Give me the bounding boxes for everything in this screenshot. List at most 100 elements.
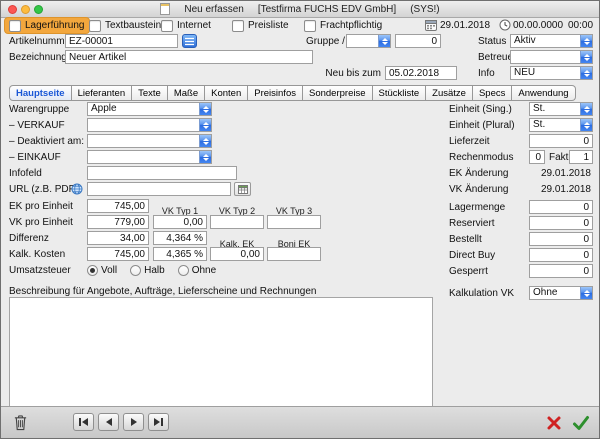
description-textarea[interactable] — [9, 297, 433, 407]
faktor-input[interactable] — [569, 150, 593, 164]
differenz-percent-input[interactable] — [153, 231, 207, 245]
tab-preisinfos[interactable]: Preisinfos — [248, 85, 303, 101]
checkbox-internet[interactable]: Internet — [161, 18, 211, 33]
stepper-icon[interactable] — [580, 51, 592, 63]
clock-icon — [499, 19, 511, 31]
einheit-sing-combo[interactable]: St. — [529, 102, 593, 116]
gruppe-combo[interactable] — [346, 34, 391, 48]
first-record-button[interactable] — [73, 413, 94, 431]
stepper-icon[interactable] — [199, 119, 211, 131]
tab-texte[interactable]: Texte — [132, 85, 168, 101]
cancel-button[interactable] — [544, 413, 564, 433]
vk-typ1-input[interactable] — [153, 215, 207, 229]
delete-record-button[interactable] — [9, 412, 31, 433]
window-title-app: Neu erfassen — [184, 4, 243, 15]
tab-hauptseite[interactable]: Hauptseite — [9, 85, 72, 101]
tab-anwendung[interactable]: Anwendung — [512, 85, 575, 101]
radio-ohne-circle[interactable] — [178, 265, 189, 276]
previous-record-icon — [106, 418, 112, 426]
neu-bis-label: Neu bis zum — [324, 68, 381, 80]
tab-zusaetze[interactable]: Zusätze — [426, 85, 473, 101]
internet-checkbox-box[interactable] — [161, 20, 173, 32]
tab-sonderpreise[interactable]: Sonderpreise — [303, 85, 373, 101]
kalk-ek-input[interactable] — [210, 247, 264, 261]
article-lookup-button[interactable] — [182, 34, 197, 48]
boni-ek-input[interactable] — [267, 247, 321, 261]
stepper-icon[interactable] — [580, 287, 592, 299]
stepper-icon[interactable] — [199, 135, 211, 147]
tab-lieferanten[interactable]: Lieferanten — [72, 85, 133, 101]
stepper-icon[interactable] — [199, 103, 211, 115]
lieferzeit-input[interactable] — [529, 134, 593, 148]
checkbox-preisliste[interactable]: Preisliste — [232, 18, 289, 33]
stepper-icon[interactable] — [580, 67, 592, 79]
vk-typ3-input[interactable] — [267, 215, 321, 229]
verkauf-combo[interactable] — [87, 118, 212, 132]
tab-masse[interactable]: Maße — [168, 85, 205, 101]
vk-typ2-input[interactable] — [210, 215, 264, 229]
bezeichnung-input[interactable] — [65, 50, 313, 64]
confirm-button[interactable] — [570, 412, 592, 433]
stepper-icon[interactable] — [378, 35, 390, 47]
tab-konten[interactable]: Konten — [205, 85, 248, 101]
next-record-button[interactable] — [123, 413, 144, 431]
kalk-kosten-input[interactable] — [87, 247, 149, 261]
last-record-button[interactable] — [148, 413, 169, 431]
minimize-window-button[interactable] — [21, 5, 30, 14]
checkbox-lagerfuehrung[interactable]: Lagerführung — [5, 18, 89, 33]
radio-halb[interactable]: Halb — [130, 265, 165, 276]
globe-icon[interactable] — [71, 183, 83, 195]
warengruppe-label: Warengruppe — [9, 104, 69, 116]
neu-bis-input[interactable] — [385, 66, 457, 80]
stepper-icon[interactable] — [580, 119, 592, 131]
preisliste-checkbox-box[interactable] — [232, 20, 244, 32]
radio-halb-circle[interactable] — [130, 265, 141, 276]
deaktiviert-combo[interactable] — [87, 134, 212, 148]
title-bar[interactable]: Neu erfassen [Testfirma FUCHS EDV GmbH] … — [1, 1, 599, 18]
bestellt-input[interactable] — [529, 232, 593, 246]
url-input[interactable] — [87, 182, 231, 196]
gesperrt-input[interactable] — [529, 264, 593, 278]
ek-pro-einheit-input[interactable] — [87, 199, 149, 213]
betreuer-combo[interactable] — [510, 50, 593, 64]
status-combo[interactable]: Aktiv — [510, 34, 593, 48]
infofeld-input[interactable] — [87, 166, 237, 180]
radio-ohne[interactable]: Ohne — [178, 265, 216, 276]
warengruppe-combo[interactable]: Apple — [87, 102, 212, 116]
artikelnummer-input[interactable] — [65, 34, 178, 48]
lagermenge-input[interactable] — [529, 200, 593, 214]
close-window-button[interactable] — [8, 5, 17, 14]
einheit-sing-value: St. — [530, 103, 580, 115]
einheit-plural-combo[interactable]: St. — [529, 118, 593, 132]
checkbox-textbaustein[interactable]: Textbaustein — [89, 18, 161, 33]
checkbox-frachtpflichtig[interactable]: Frachtpflichtig — [304, 18, 382, 33]
vk-pro-einheit-input[interactable] — [87, 215, 149, 229]
direct-buy-input[interactable] — [529, 248, 593, 262]
info-label: Info — [478, 68, 495, 80]
next-record-icon — [131, 418, 137, 426]
reserviert-input[interactable] — [529, 216, 593, 230]
cancel-x-icon — [546, 415, 562, 431]
tab-specs[interactable]: Specs — [473, 85, 512, 101]
tab-stueckliste[interactable]: Stückliste — [373, 85, 427, 101]
previous-record-button[interactable] — [98, 413, 119, 431]
lagerfuehrung-checkbox-box[interactable] — [9, 20, 21, 32]
einkauf-combo[interactable] — [87, 150, 212, 164]
differenz-input[interactable] — [87, 231, 149, 245]
ek-pro-einheit-label: EK pro Einheit — [9, 201, 73, 213]
stepper-icon[interactable] — [199, 151, 211, 163]
kalk-percent-input[interactable] — [153, 247, 207, 261]
info-combo[interactable]: NEU — [510, 66, 593, 80]
stepper-icon[interactable] — [580, 103, 592, 115]
zoom-window-button[interactable] — [34, 5, 43, 14]
radio-voll[interactable]: Voll — [87, 265, 117, 276]
radio-voll-circle[interactable] — [87, 265, 98, 276]
frachtpflichtig-checkbox-box[interactable] — [304, 20, 316, 32]
stepper-icon[interactable] — [580, 35, 592, 47]
rechenmodus-input[interactable] — [529, 150, 545, 164]
url-open-button[interactable] — [234, 182, 251, 196]
kalkulation-vk-combo[interactable]: Ohne — [529, 286, 593, 300]
textbaustein-checkbox-box[interactable] — [89, 20, 101, 32]
gruppe-count-input[interactable] — [395, 34, 441, 48]
first-record-icon — [79, 418, 81, 426]
